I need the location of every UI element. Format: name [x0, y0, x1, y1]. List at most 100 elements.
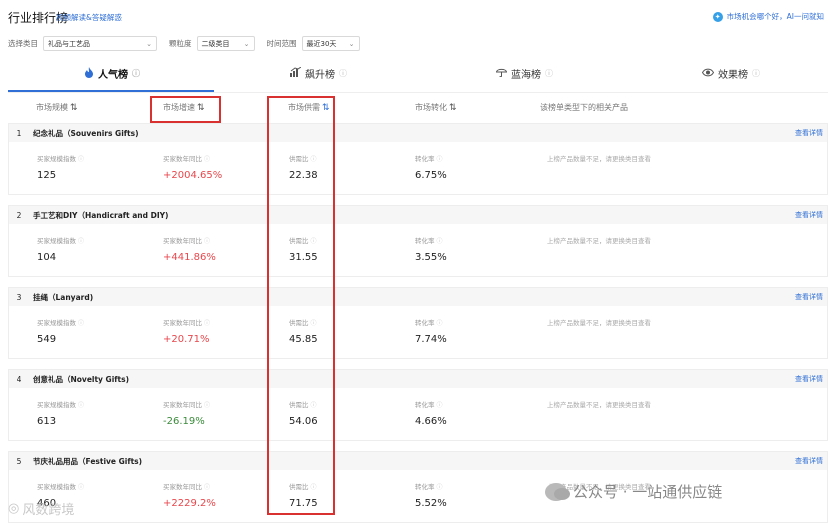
metric-label: 转化率: [415, 155, 435, 163]
card-header: 2 手工艺和DIY（Handicraft and DIY) 查看详情: [9, 206, 827, 224]
metric-buyer-index: 买家规模指数 ⓘ 613: [37, 399, 84, 427]
metric-label: 买家数年同比: [163, 319, 202, 327]
metric-conversion: 转化率 ⓘ 7.74%: [415, 317, 447, 345]
metric-label: 转化率: [415, 401, 435, 409]
category-value: 礼品与工艺品: [48, 39, 90, 48]
chevron-down-icon: ⌄: [146, 39, 152, 48]
metric-buyer-yoy: 买家数年同比 ⓘ +2004.65%: [163, 153, 222, 181]
card-header: 4 创意礼品（Novelty Gifts) 查看详情: [9, 370, 827, 388]
chevron-down-icon: ⌄: [243, 39, 250, 48]
category-name: 节庆礼品用品（Festive Gifts): [33, 456, 143, 466]
view-details-link[interactable]: 查看详情: [795, 292, 823, 302]
metric-label: 买家规模指数: [37, 483, 76, 491]
guide-link[interactable]: 视频解读&答疑解惑: [56, 12, 122, 23]
metric-conversion: 转化率 ⓘ 3.55%: [415, 235, 447, 263]
help-icon[interactable]: ⓘ: [204, 154, 210, 163]
granularity-label: 颗粒度: [169, 39, 192, 48]
help-icon[interactable]: ⓘ: [437, 318, 443, 327]
fire-icon: [84, 66, 94, 81]
help-icon[interactable]: ⓘ: [204, 482, 210, 491]
help-icon[interactable]: ⓘ: [437, 236, 443, 245]
rank-number: 1: [16, 128, 22, 138]
eye-icon: [701, 68, 715, 80]
help-icon[interactable]: ⓘ: [78, 318, 84, 327]
metric-value: -26.19%: [163, 416, 205, 427]
card-header: 5 节庆礼品用品（Festive Gifts) 查看详情: [9, 452, 827, 470]
metric-label: 买家规模指数: [37, 237, 76, 245]
metric-buyer-yoy: 买家数年同比 ⓘ -26.19%: [163, 399, 210, 427]
metric-label: 买家规模指数: [37, 155, 76, 163]
category-select[interactable]: 礼品与工艺品 ⌄: [43, 36, 157, 51]
column-label: 市场转化: [415, 103, 447, 112]
tab-label: 蓝海榜: [511, 70, 541, 81]
help-icon[interactable]: ⓘ: [437, 154, 443, 163]
view-details-link[interactable]: 查看详情: [795, 374, 823, 384]
rank-number: 2: [16, 210, 22, 220]
tab-label: 人气榜: [98, 70, 128, 81]
related-products-message: 上榜产品数量不足，请更换类目查看: [547, 401, 651, 409]
help-icon[interactable]: ⓘ: [204, 400, 210, 409]
metric-value: 549: [37, 334, 57, 345]
tab-label: 效果榜: [718, 70, 748, 81]
tab-blue-ocean[interactable]: 蓝海榜 ⓘ: [495, 66, 553, 81]
highlight-box-supply: [267, 96, 335, 515]
help-icon[interactable]: ⓘ: [752, 68, 760, 79]
help-icon[interactable]: ⓘ: [437, 400, 443, 409]
column-market-scale[interactable]: 市场规模 ⇅: [36, 102, 78, 113]
rank-number: 3: [16, 292, 22, 302]
filter-bar: 选择类目 礼品与工艺品 ⌄ 颗粒度 二级类目 ⌄ 时间范围 最近30天 ⌄: [8, 36, 360, 51]
ranking-card: 4 创意礼品（Novelty Gifts) 查看详情 买家规模指数 ⓘ 613 买…: [8, 369, 828, 441]
category-name: 手工艺和DIY（Handicraft and DIY): [33, 210, 169, 220]
ranking-card: 1 纪念礼品（Souvenirs Gifts) 查看详情 买家规模指数 ⓘ 125…: [8, 123, 828, 195]
column-label: 该榜单类型下的相关产品: [540, 103, 628, 112]
metric-value: 104: [37, 252, 57, 263]
watermark-right: 公众号 · 一站通供应链: [545, 481, 722, 502]
view-details-link[interactable]: 查看详情: [795, 456, 823, 466]
help-icon[interactable]: ⓘ: [437, 482, 443, 491]
help-icon[interactable]: ⓘ: [204, 318, 210, 327]
watermark-left: ◎ 风数跨境: [8, 499, 74, 518]
logo-icon: ◎: [8, 501, 20, 516]
tab-popularity[interactable]: 人气榜 ⓘ: [84, 66, 140, 81]
metric-buyer-yoy: 买家数年同比 ⓘ +441.86%: [163, 235, 216, 263]
help-icon[interactable]: ⓘ: [132, 68, 140, 79]
tab-rising[interactable]: 飙升榜 ⓘ: [290, 66, 347, 81]
metric-buyer-yoy: 买家数年同比 ⓘ +2229.2%: [163, 481, 216, 509]
view-details-link[interactable]: 查看详情: [795, 210, 823, 220]
ai-assistant-text: 市场机会哪个好，AI一问就知: [726, 12, 824, 21]
metric-value: +441.86%: [163, 252, 216, 263]
metric-value: 613: [37, 416, 57, 427]
sort-icon[interactable]: ⇅: [449, 103, 457, 113]
view-details-link[interactable]: 查看详情: [795, 128, 823, 138]
metric-buyer-index: 买家规模指数 ⓘ 125: [37, 153, 84, 181]
sort-icon[interactable]: ⇅: [70, 103, 78, 113]
metric-label: 买家数年同比: [163, 237, 202, 245]
tab-effect[interactable]: 效果榜 ⓘ: [701, 66, 760, 81]
ai-assistant-link[interactable]: ✦ 市场机会哪个好，AI一问就知: [712, 11, 824, 22]
ai-assistant-icon: ✦: [712, 11, 723, 22]
metric-label: 买家数年同比: [163, 401, 202, 409]
metric-label: 买家数年同比: [163, 483, 202, 491]
highlight-box-growth: [150, 96, 221, 123]
time-range-select[interactable]: 最近30天 ⌄: [301, 36, 360, 51]
metric-label: 转化率: [415, 237, 435, 245]
help-icon[interactable]: ⓘ: [545, 68, 553, 79]
metric-value: +2004.65%: [163, 170, 223, 181]
help-icon[interactable]: ⓘ: [78, 482, 84, 491]
time-range-label: 时间范围: [266, 39, 297, 48]
help-icon[interactable]: ⓘ: [204, 236, 210, 245]
related-products-message: 上榜产品数量不足，请更换类目查看: [547, 155, 651, 163]
category-name: 挂绳（Lanyard): [33, 292, 94, 302]
column-market-conversion[interactable]: 市场转化 ⇅: [415, 102, 457, 113]
wechat-icon: [545, 482, 570, 501]
metric-conversion: 转化率 ⓘ 5.52%: [415, 481, 447, 509]
help-icon[interactable]: ⓘ: [78, 400, 84, 409]
ranking-card: 2 手工艺和DIY（Handicraft and DIY) 查看详情 买家规模指…: [8, 205, 828, 277]
watermark-left-text: 风数跨境: [22, 503, 75, 518]
help-icon[interactable]: ⓘ: [339, 68, 347, 79]
help-icon[interactable]: ⓘ: [78, 154, 84, 163]
column-headers: 市场规模 ⇅ 市场增速 ⇅ 市场供需 ⇅ 市场转化 ⇅ 该榜单类型下的相关产品: [8, 102, 828, 116]
category-name: 纪念礼品（Souvenirs Gifts): [33, 128, 139, 138]
granularity-select[interactable]: 二级类目 ⌄: [196, 36, 255, 51]
help-icon[interactable]: ⓘ: [78, 236, 84, 245]
